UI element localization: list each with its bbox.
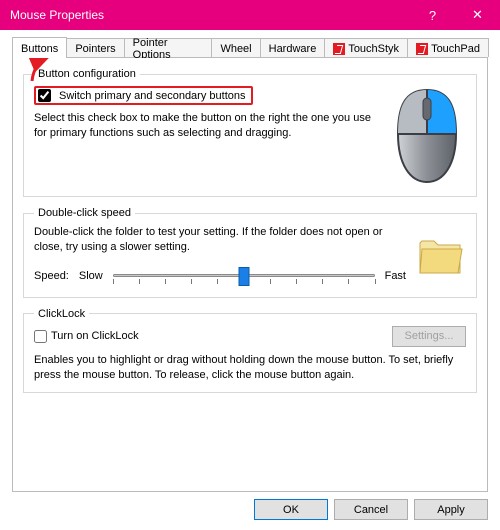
highlight-annotation: Switch primary and secondary buttons xyxy=(34,86,253,105)
group-clicklock: ClickLock Turn on ClickLock Settings... … xyxy=(23,308,477,394)
window-title: Mouse Properties xyxy=(10,8,410,22)
speed-label: Speed: xyxy=(34,270,69,282)
tab-strip: Buttons Pointers Pointer Options Wheel H… xyxy=(12,36,488,58)
tab-pointers[interactable]: Pointers xyxy=(66,38,124,57)
slow-label: Slow xyxy=(79,270,103,282)
tab-panel: Button configuration Switch primary and … xyxy=(12,58,488,492)
mouse-illustration xyxy=(388,86,466,186)
test-folder-icon[interactable] xyxy=(416,231,466,279)
dialog-footer: OK Cancel Apply xyxy=(254,499,488,520)
tab-pointer-options[interactable]: Pointer Options xyxy=(124,38,213,57)
group-double-click-speed: Double-click speed Double-click the fold… xyxy=(23,207,477,298)
group-legend: Button configuration xyxy=(34,68,140,80)
tab-touchpad[interactable]: TouchPad xyxy=(407,38,489,57)
switch-buttons-label: Switch primary and secondary buttons xyxy=(59,90,245,102)
cancel-button[interactable]: Cancel xyxy=(334,499,408,520)
fast-label: Fast xyxy=(385,270,406,282)
clicklock-label: Turn on ClickLock xyxy=(51,330,139,342)
button-config-description: Select this check box to make the button… xyxy=(34,111,378,141)
ok-button[interactable]: OK xyxy=(254,499,328,520)
synaptics-icon xyxy=(416,43,428,55)
switch-buttons-checkbox[interactable] xyxy=(38,89,51,102)
apply-button[interactable]: Apply xyxy=(414,499,488,520)
clicklock-checkbox[interactable] xyxy=(34,330,47,343)
tab-touchstyk[interactable]: TouchStyk xyxy=(324,38,408,57)
close-button[interactable]: ✕ xyxy=(455,0,500,30)
help-button[interactable]: ? xyxy=(410,0,455,30)
clicklock-settings-button: Settings... xyxy=(392,326,466,347)
synaptics-icon xyxy=(333,43,345,55)
clicklock-description: Enables you to highlight or drag without… xyxy=(34,353,466,383)
tab-hardware[interactable]: Hardware xyxy=(260,38,326,57)
tab-wheel[interactable]: Wheel xyxy=(211,38,260,57)
slider-thumb[interactable] xyxy=(238,267,249,286)
tab-buttons[interactable]: Buttons xyxy=(12,37,67,58)
speed-slider[interactable] xyxy=(113,265,375,287)
group-button-configuration: Button configuration Switch primary and … xyxy=(23,68,477,197)
group-legend: Double-click speed xyxy=(34,207,135,219)
group-legend: ClickLock xyxy=(34,308,89,320)
titlebar: Mouse Properties ? ✕ xyxy=(0,0,500,30)
double-click-description: Double-click the folder to test your set… xyxy=(34,225,406,255)
dialog-content: Buttons Pointers Pointer Options Wheel H… xyxy=(0,30,500,500)
